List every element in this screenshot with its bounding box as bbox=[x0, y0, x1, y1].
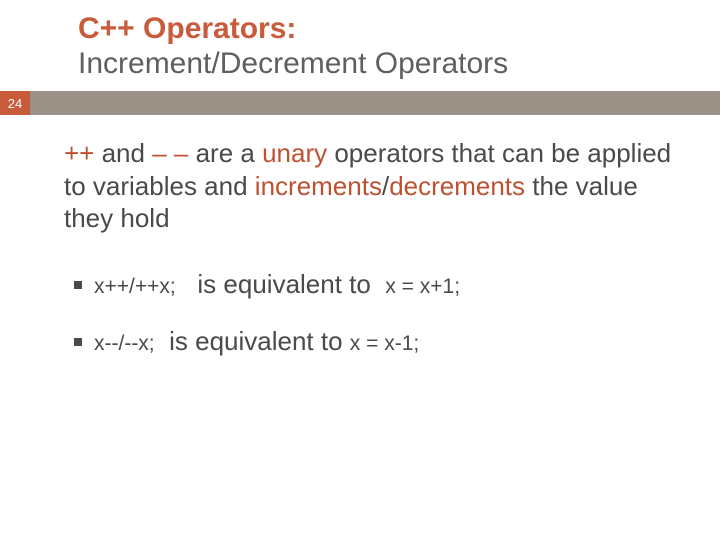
kw-unary: unary bbox=[262, 138, 327, 168]
divider-bar: 24 bbox=[0, 91, 720, 115]
page-number-tab: 24 bbox=[0, 91, 30, 115]
code-fragment: x++/++x; bbox=[94, 275, 176, 298]
kw-increments: increments bbox=[255, 171, 382, 201]
kw-minusminus: – – bbox=[152, 138, 188, 168]
txt: is equivalent to bbox=[197, 269, 370, 299]
txt: are a bbox=[188, 138, 262, 168]
txt: and bbox=[94, 138, 152, 168]
txt: is equivalent to bbox=[169, 326, 342, 356]
bullet-list: x++/++x; is equivalent to x = x+1; x--/-… bbox=[64, 269, 672, 357]
kw-decrements: decrements bbox=[389, 171, 525, 201]
title-block: C++ Operators: Increment/Decrement Opera… bbox=[0, 0, 720, 91]
code-fragment: x--/--x; bbox=[94, 332, 155, 355]
slide-body: ++ and – – are a unary operators that ca… bbox=[0, 115, 720, 357]
kw-plusplus: ++ bbox=[64, 138, 94, 168]
slide: C++ Operators: Increment/Decrement Opera… bbox=[0, 0, 720, 540]
list-item: x++/++x; is equivalent to x = x+1; bbox=[74, 269, 672, 300]
code-fragment: x = x-1; bbox=[350, 332, 419, 355]
divider-bar-fill bbox=[30, 91, 720, 115]
list-item: x--/--x; is equivalent to x = x-1; bbox=[74, 326, 672, 357]
title-line-2: Increment/Decrement Operators bbox=[78, 47, 720, 82]
title-line-1: C++ Operators: bbox=[78, 12, 720, 47]
code-fragment: x = x+1; bbox=[385, 275, 460, 298]
main-paragraph: ++ and – – are a unary operators that ca… bbox=[64, 137, 672, 235]
